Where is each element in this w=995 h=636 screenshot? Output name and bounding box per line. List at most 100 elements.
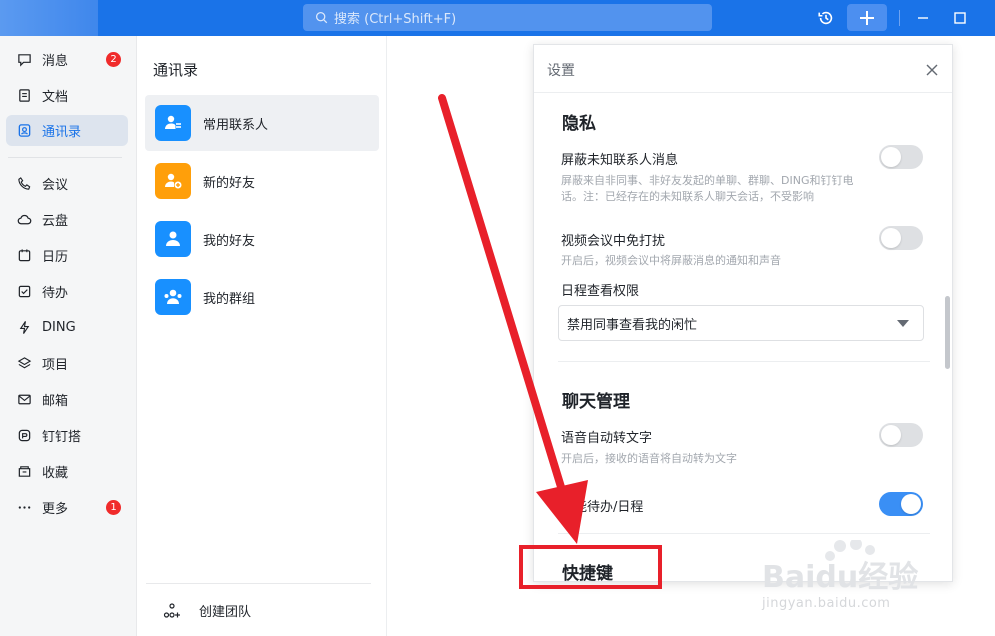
contact-category-new-friends[interactable]: 新的好友 [145, 153, 379, 209]
sidebar-item-more[interactable]: 更多 1 [6, 492, 128, 523]
search-icon [315, 11, 328, 24]
block-unknown-toggle[interactable] [879, 145, 923, 169]
message-icon [16, 52, 32, 68]
contact-category-frequent[interactable]: 常用联系人 [145, 95, 379, 151]
contact-category-label: 常用联系人 [203, 117, 269, 133]
global-search-input[interactable]: 搜索 (Ctrl+Shift+F) [303, 4, 712, 31]
meeting-dnd-label: 视频会议中免打扰 [561, 234, 666, 249]
history-button[interactable] [814, 0, 838, 36]
contact-category-my-groups[interactable]: 我的群组 [145, 269, 379, 325]
sidebar-item-contacts[interactable]: 通讯录 [6, 115, 128, 146]
calendar-permission-value: 禁用同事查看我的闲忙 [567, 317, 698, 333]
sidebar-item-label: 消息 [42, 54, 69, 69]
settings-title: 设置 [547, 63, 575, 79]
block-unknown-label: 屏蔽未知联系人消息 [561, 153, 679, 168]
contacts-icon [16, 123, 32, 139]
sidebar-item-mail[interactable]: 邮箱 [6, 384, 128, 415]
sidebar-item-label: 云盘 [42, 214, 69, 229]
settings-scrollbar[interactable] [945, 296, 950, 369]
toggle-knob [881, 425, 901, 445]
sidebar-item-ding[interactable]: DING [6, 312, 128, 343]
settings-dialog: 设置 隐私 屏蔽未知联系人消息 屏蔽来自非同事、非好友发起的单聊、群聊、DING… [533, 44, 953, 582]
project-icon [16, 356, 32, 372]
sidebar-divider [8, 157, 122, 158]
create-team-button[interactable]: 创建团队 [163, 601, 251, 620]
section-divider [558, 361, 930, 362]
meeting-dnd-desc: 开启后，视频会议中将屏蔽消息的通知和声音 [561, 254, 781, 267]
close-icon [926, 64, 938, 76]
calendar-permission-select[interactable]: 禁用同事查看我的闲忙 [558, 305, 924, 341]
block-unknown-desc: 屏蔽来自非同事、非好友发起的单聊、群聊、DING和钉钉电话。注：已经存在的未知联… [561, 174, 854, 203]
sidebar-item-cloud[interactable]: 云盘 [6, 204, 128, 235]
sidebar-item-messages[interactable]: 消息 2 [6, 44, 128, 75]
voice-to-text-label: 语音自动转文字 [561, 431, 653, 446]
sidebar-item-todo[interactable]: 待办 [6, 276, 128, 307]
toggle-knob [881, 147, 901, 167]
watermark-logo: Baidu经验 [762, 560, 919, 595]
create-team-icon [163, 602, 181, 619]
voice-to-text-toggle[interactable] [879, 423, 923, 447]
sidebar-item-project[interactable]: 项目 [6, 348, 128, 379]
chevron-down-icon [897, 320, 909, 327]
sidebar-item-label: 更多 [42, 502, 69, 517]
sidebar-item-label: 通讯录 [42, 125, 82, 140]
privacy-heading: 隐私 [562, 114, 596, 134]
titlebar-separator [899, 10, 900, 26]
sidebar-item-docs[interactable]: 文档 [6, 80, 128, 111]
sidebar-item-calendar[interactable]: 日历 [6, 240, 128, 271]
contacts-footer-divider [146, 583, 371, 584]
create-button[interactable] [847, 4, 887, 31]
sidebar-nav: 消息 2 文档 通讯录 会议 云盘 日历 待办 DING 项目 邮箱 钉钉搭 收… [0, 36, 137, 636]
title-bar: 搜索 (Ctrl+Shift+F) [0, 0, 995, 36]
toggle-knob [881, 228, 901, 248]
maximize-icon [954, 12, 966, 24]
sidebar-item-label: 收藏 [42, 466, 69, 481]
sidebar-item-label: 邮箱 [42, 394, 69, 409]
maximize-button[interactable] [950, 0, 970, 36]
meeting-dnd-toggle[interactable] [879, 226, 923, 250]
mail-icon [16, 392, 32, 408]
sidebar-item-label: 日历 [42, 250, 69, 265]
contacts-title: 通讯录 [153, 61, 199, 79]
settings-header: 设置 [534, 45, 952, 93]
chat-management-heading: 聊天管理 [562, 392, 630, 412]
sidebar-item-label: 钉钉搭 [42, 430, 82, 445]
contact-category-my-friends[interactable]: 我的好友 [145, 211, 379, 267]
frequent-contacts-icon [155, 105, 191, 141]
history-icon [818, 11, 833, 25]
sidebar-item-build[interactable]: 钉钉搭 [6, 420, 128, 451]
build-icon [16, 428, 32, 444]
sidebar-item-meeting[interactable]: 会议 [6, 168, 128, 199]
toggle-knob [901, 494, 921, 514]
search-placeholder: 搜索 (Ctrl+Shift+F) [334, 12, 457, 27]
sidebar-item-label: 会议 [42, 178, 69, 193]
close-button[interactable] [925, 62, 939, 76]
create-team-label: 创建团队 [199, 605, 252, 620]
contact-category-label: 我的群组 [203, 291, 256, 307]
app-title-area [0, 0, 98, 36]
favorite-icon [16, 464, 32, 480]
more-badge: 1 [106, 500, 121, 515]
annotation-highlight-box [519, 545, 662, 589]
new-friends-icon [155, 163, 191, 199]
sidebar-item-favorites[interactable]: 收藏 [6, 456, 128, 487]
calendar-permission-label: 日程查看权限 [561, 284, 640, 299]
unread-badge: 2 [106, 52, 121, 67]
contact-category-label: 新的好友 [203, 175, 256, 191]
minimize-button[interactable] [913, 0, 933, 36]
todo-icon [16, 284, 32, 300]
minimize-icon [918, 17, 928, 19]
ding-icon [16, 320, 32, 336]
cloud-icon [16, 212, 32, 228]
smart-todo-toggle[interactable] [879, 492, 923, 516]
sidebar-item-label: DING [42, 320, 76, 335]
section-divider [558, 533, 930, 534]
voice-to-text-desc: 开启后，接收的语音将自动转为文字 [561, 452, 737, 465]
watermark-url: jingyan.baidu.com [762, 596, 891, 611]
calendar-icon [16, 248, 32, 264]
contact-category-label: 我的好友 [203, 233, 256, 249]
document-icon [16, 88, 32, 104]
sidebar-item-label: 待办 [42, 286, 69, 301]
my-friends-icon [155, 221, 191, 257]
plus-icon [860, 10, 874, 25]
